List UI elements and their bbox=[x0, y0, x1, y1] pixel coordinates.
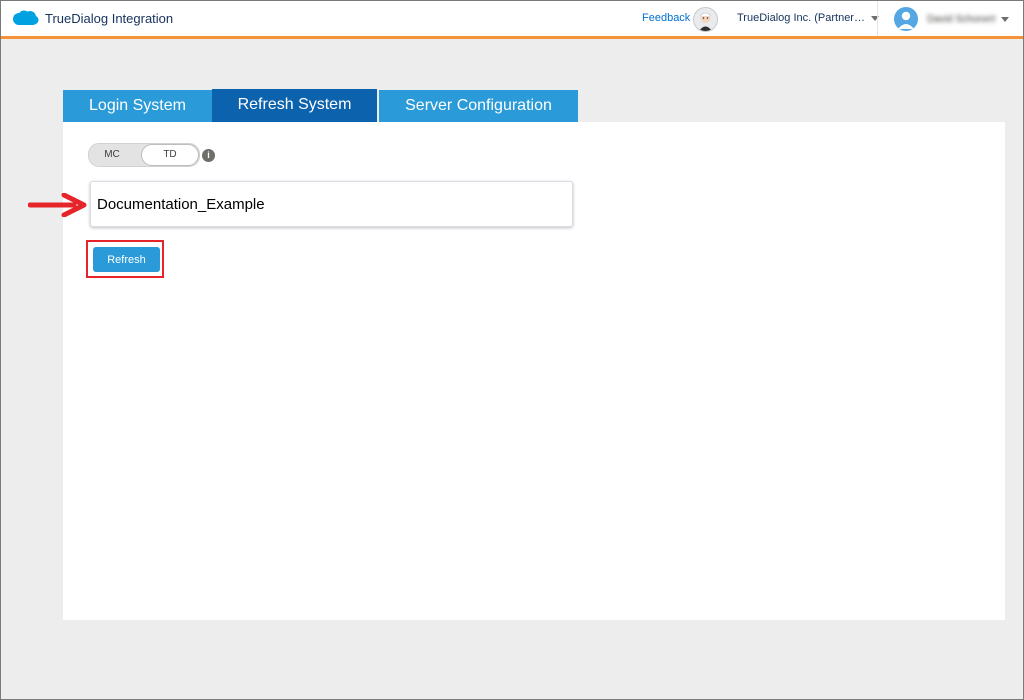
brand: TrueDialog Integration bbox=[11, 10, 173, 27]
user-avatar-icon bbox=[894, 7, 918, 31]
org-switcher[interactable]: TrueDialog Inc. (Partner… bbox=[737, 12, 879, 24]
toggle-option-mc[interactable]: MC bbox=[89, 144, 135, 166]
tab-login-system[interactable]: Login System bbox=[63, 90, 212, 122]
refresh-button[interactable]: Refresh bbox=[93, 247, 160, 272]
tab-refresh-system[interactable]: Refresh System bbox=[212, 89, 377, 122]
app-window: TrueDialog Integration Feedback TrueDial… bbox=[0, 0, 1024, 700]
info-icon[interactable]: i bbox=[202, 149, 215, 162]
divider bbox=[877, 1, 878, 36]
user-name: David Schonert bbox=[927, 13, 996, 25]
chevron-down-icon bbox=[1001, 16, 1010, 22]
salesforce-cloud-icon bbox=[13, 10, 39, 25]
org-name: TrueDialog Inc. (Partner… bbox=[737, 12, 865, 24]
mode-toggle[interactable]: MC TD bbox=[88, 143, 200, 167]
user-menu[interactable]: David Schonert bbox=[894, 7, 1010, 31]
tab-server-configuration[interactable]: Server Configuration bbox=[379, 90, 578, 122]
system-name-field[interactable] bbox=[90, 181, 573, 227]
toggle-option-td[interactable]: TD bbox=[141, 144, 199, 166]
feedback-link[interactable]: Feedback bbox=[642, 12, 690, 24]
astro-avatar-icon[interactable] bbox=[693, 7, 718, 32]
app-title: TrueDialog Integration bbox=[45, 11, 174, 26]
global-header: TrueDialog Integration Feedback TrueDial… bbox=[1, 1, 1023, 39]
system-name-input[interactable] bbox=[91, 182, 557, 226]
red-arrow-icon bbox=[28, 193, 87, 217]
